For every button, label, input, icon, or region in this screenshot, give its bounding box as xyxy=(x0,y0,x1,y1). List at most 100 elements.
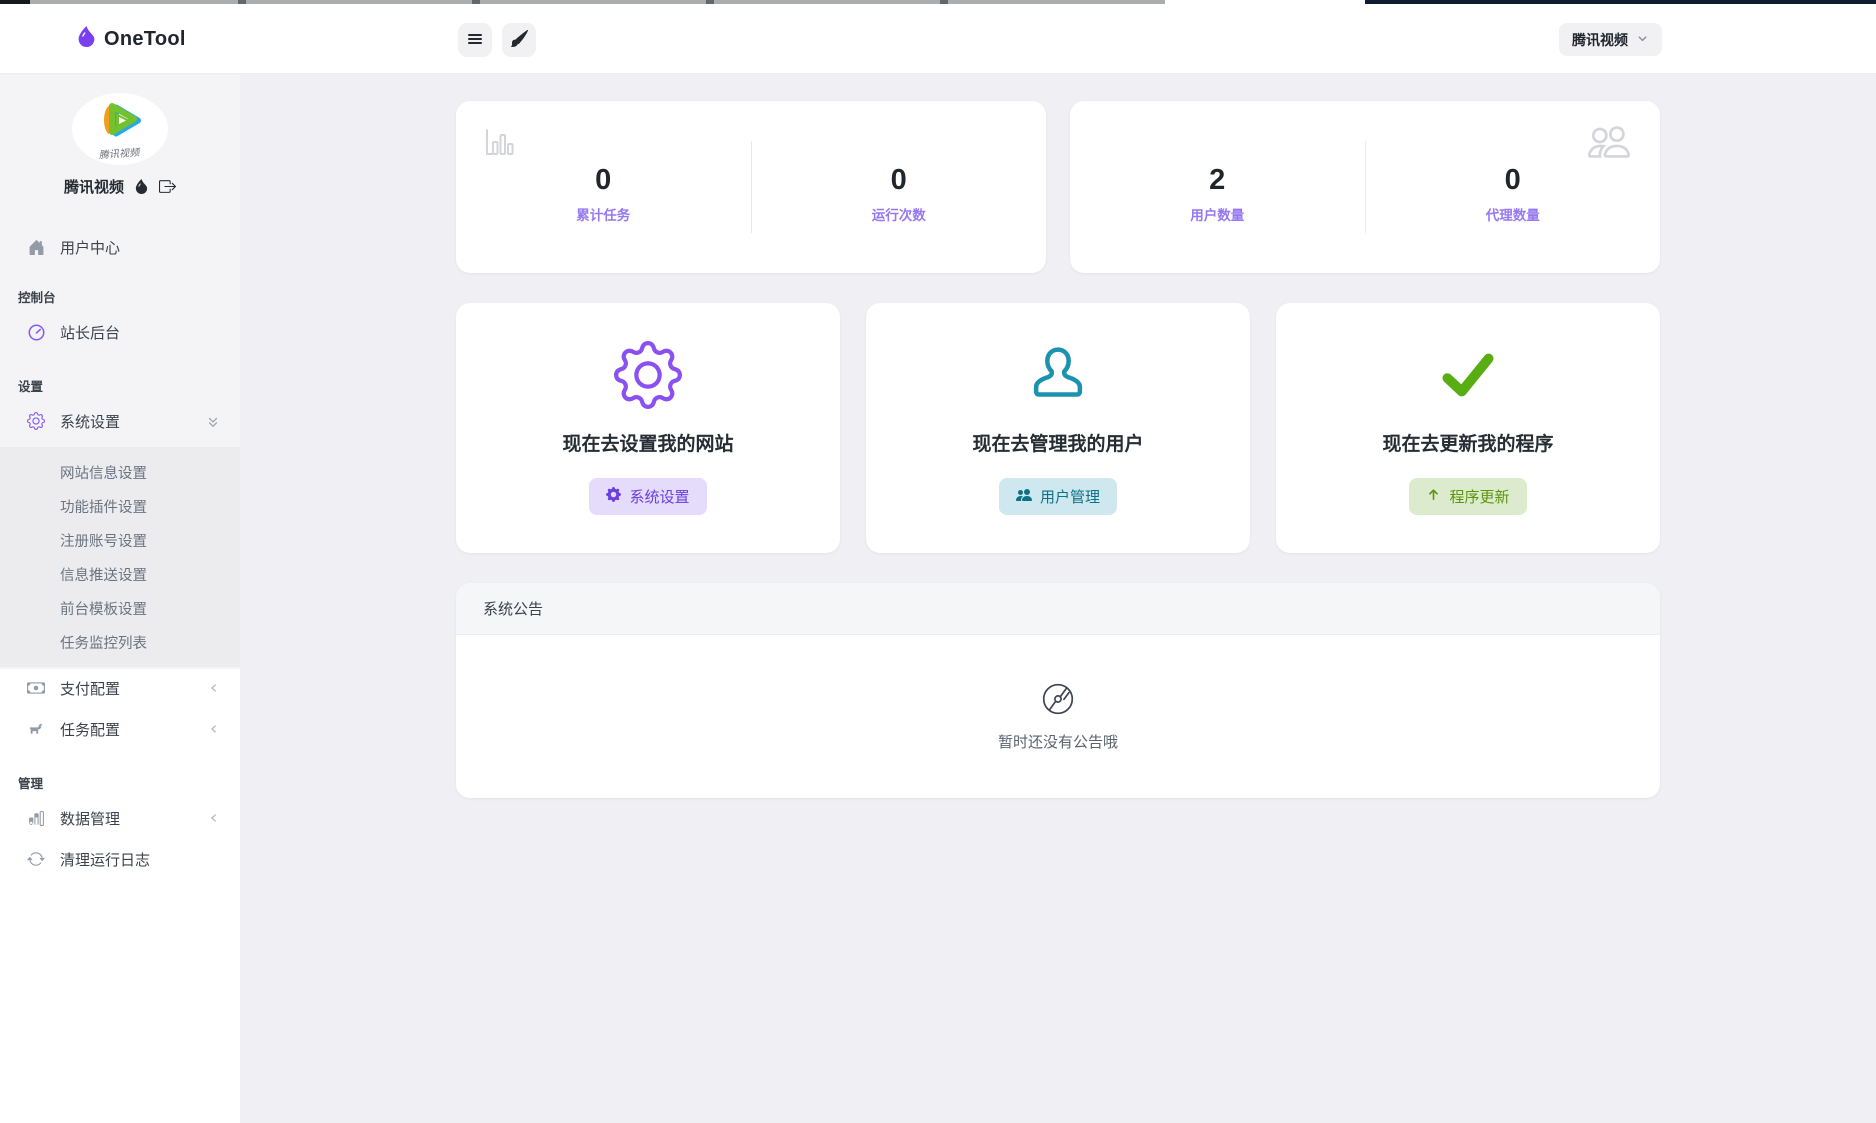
gear-fill-icon xyxy=(606,487,621,506)
bar-chart-icon xyxy=(26,810,46,827)
chrome-strip-divider xyxy=(472,0,480,4)
topbar: OneTool 腾讯视频 xyxy=(0,4,1876,74)
stat-total-tasks: 0 累计任务 xyxy=(456,101,751,273)
sidebar-item-clear-logs[interactable]: 清理运行日志 xyxy=(0,839,240,879)
chrome-strip-segment xyxy=(1365,0,1876,4)
sidebar-item-label: 数据管理 xyxy=(60,808,194,829)
stat-agent-count: 0 代理数量 xyxy=(1366,101,1661,273)
cash-icon xyxy=(26,679,46,697)
stats-row: 0 累计任务 0 运行次数 xyxy=(456,101,1660,273)
action-title: 现在去更新我的程序 xyxy=(1382,429,1553,456)
site-switcher-label: 腾讯视频 xyxy=(1572,30,1628,50)
action-button-label: 系统设置 xyxy=(629,486,689,507)
sidebar-item-webmaster[interactable]: 站长后台 xyxy=(0,312,240,352)
sidebar-subitem-task-monitor[interactable]: 任务监控列表 xyxy=(0,625,240,659)
announcement-title: 系统公告 xyxy=(483,598,543,619)
chrome-strip-segment xyxy=(0,0,30,4)
onetool-drop-icon xyxy=(76,26,97,52)
program-update-button[interactable]: 程序更新 xyxy=(1409,478,1526,515)
site-name: 腾讯视频 xyxy=(64,176,124,197)
sidebar-section-settings: 设置 xyxy=(18,376,240,395)
tencent-video-logo-icon xyxy=(95,99,145,148)
check-icon xyxy=(1435,339,1501,411)
chevron-left-icon xyxy=(208,682,220,694)
announcement-header: 系统公告 xyxy=(456,583,1660,635)
logo-caption: 腾讯视频 xyxy=(99,143,142,161)
arrow-up-icon xyxy=(1426,487,1441,506)
sidebar-subitem-template[interactable]: 前台模板设置 xyxy=(0,591,240,625)
stat-value: 2 xyxy=(1209,166,1225,195)
action-card-update: 现在去更新我的程序 程序更新 xyxy=(1276,303,1660,553)
chrome-strip-segment xyxy=(1165,0,1365,4)
stat-user-count: 2 用户数量 xyxy=(1070,101,1365,273)
logout-icon[interactable] xyxy=(159,178,176,195)
sidebar-menu: 用户中心 控制台 站长后台 设置 系统设置 xyxy=(0,227,240,879)
sidebar-item-data-manage[interactable]: 数据管理 xyxy=(0,798,240,838)
refresh-icon xyxy=(26,850,46,868)
sidebar: 腾讯视频 腾讯视频 用户中心 控制台 xyxy=(0,75,240,1123)
sidebar-item-label: 系统设置 xyxy=(60,411,192,432)
person-outline-icon xyxy=(1026,339,1090,411)
stat-card-users: 2 用户数量 0 代理数量 xyxy=(1070,101,1660,273)
sidebar-item-label: 支付配置 xyxy=(60,678,194,699)
stat-card-tasks: 0 累计任务 0 运行次数 xyxy=(456,101,1046,273)
sidebar-item-label: 用户中心 xyxy=(60,237,220,258)
announcement-empty-state: 暂时还没有公告哦 xyxy=(456,635,1660,798)
stat-value: 0 xyxy=(595,166,611,195)
sidebar-section-manage: 管理 xyxy=(18,773,240,792)
sidebar-subitem-site-info[interactable]: 网站信息设置 xyxy=(0,455,240,489)
sidebar-item-label: 站长后台 xyxy=(60,322,220,343)
gear-icon xyxy=(26,412,46,430)
system-settings-button[interactable]: 系统设置 xyxy=(589,478,706,515)
chevron-left-icon xyxy=(208,723,220,735)
gear-outline-icon xyxy=(614,339,682,411)
topbar-toolbar xyxy=(458,23,536,57)
home-icon xyxy=(26,239,46,256)
brand: OneTool xyxy=(76,4,186,74)
chrome-strip-divider xyxy=(706,0,714,4)
chevron-down-icon xyxy=(1636,32,1649,48)
stat-run-count: 0 运行次数 xyxy=(752,101,1047,273)
theme-brush-button[interactable] xyxy=(502,23,536,57)
site-logo: 腾讯视频 xyxy=(72,93,168,165)
stat-label: 用户数量 xyxy=(1190,204,1244,224)
people-fill-icon xyxy=(1016,487,1032,507)
user-manage-button[interactable]: 用户管理 xyxy=(999,478,1117,515)
sidebar-subitem-push[interactable]: 信息推送设置 xyxy=(0,557,240,591)
droplet-icon[interactable] xyxy=(134,179,149,194)
sidebar-item-payment-config[interactable]: 支付配置 xyxy=(0,668,240,708)
hamburger-icon xyxy=(466,30,484,51)
system-settings-submenu: 网站信息设置 功能插件设置 注册账号设置 信息推送设置 前台模板设置 任务监控列… xyxy=(0,447,240,667)
sidebar-item-system-settings[interactable]: 系统设置 xyxy=(0,401,240,441)
sidebar-section-console: 控制台 xyxy=(18,287,240,306)
action-card-users: 现在去管理我的用户 用户管理 xyxy=(866,303,1250,553)
actions-row: 现在去设置我的网站 系统设置 现在去管理我的用户 xyxy=(456,303,1660,553)
sidebar-subitem-plugins[interactable]: 功能插件设置 xyxy=(0,489,240,523)
announcement-panel: 系统公告 暂时还没有公告哦 xyxy=(456,583,1660,798)
chevron-left-icon xyxy=(208,812,220,824)
stat-label: 代理数量 xyxy=(1486,204,1540,224)
app-shell: 腾讯视频 腾讯视频 用户中心 控制台 xyxy=(0,75,1876,1123)
sidebar-item-task-config[interactable]: 任务配置 xyxy=(0,709,240,749)
main-content: 0 累计任务 0 运行次数 xyxy=(240,75,1876,1123)
action-card-settings: 现在去设置我的网站 系统设置 xyxy=(456,303,840,553)
stat-label: 运行次数 xyxy=(872,204,926,224)
sidebar-item-label: 清理运行日志 xyxy=(60,849,220,870)
announcement-empty-text: 暂时还没有公告哦 xyxy=(998,731,1118,752)
action-button-label: 程序更新 xyxy=(1449,486,1509,507)
sidebar-subitem-register[interactable]: 注册账号设置 xyxy=(0,523,240,557)
dashboard-icon xyxy=(26,323,46,342)
sidebar-item-label: 任务配置 xyxy=(60,719,194,740)
brush-icon xyxy=(511,30,528,50)
brand-name: OneTool xyxy=(104,28,186,51)
stat-label: 累计任务 xyxy=(576,204,630,224)
stat-value: 0 xyxy=(1505,166,1521,195)
browser-chrome-strip xyxy=(0,0,1876,4)
chrome-strip-divider xyxy=(940,0,948,4)
site-switcher-dropdown[interactable]: 腾讯视频 xyxy=(1559,23,1662,56)
site-row: 腾讯视频 xyxy=(0,176,240,197)
sidebar-item-user-center[interactable]: 用户中心 xyxy=(0,227,240,267)
stat-value: 0 xyxy=(891,166,907,195)
no-data-icon xyxy=(1040,681,1076,722)
sidebar-toggle-button[interactable] xyxy=(458,23,492,57)
